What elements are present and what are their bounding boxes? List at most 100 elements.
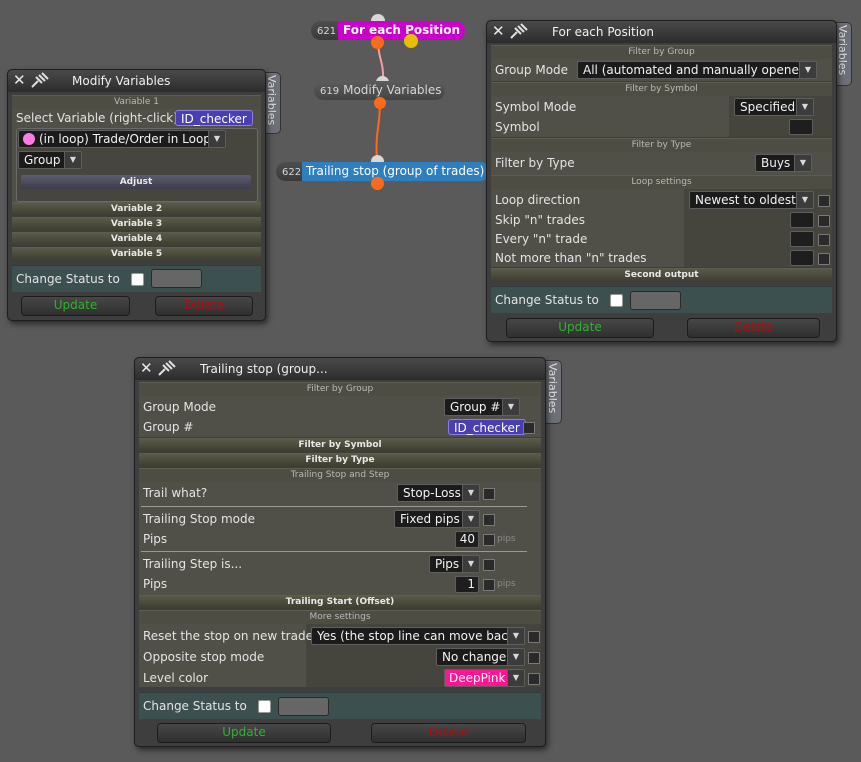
- reset-stop-dropdown[interactable]: Yes (the stop line can move back) ▼: [311, 627, 525, 645]
- reset-stop-label: Reset the stop on new trade: [143, 629, 313, 643]
- change-status-checkbox[interactable]: [131, 273, 144, 286]
- node-id: 621: [317, 26, 337, 37]
- section-variable-5[interactable]: Variable 5: [12, 247, 261, 261]
- section-trailing-start[interactable]: Trailing Start (Offset): [139, 595, 541, 609]
- group-mode-dropdown[interactable]: All (automated and manually opened) ▼: [577, 61, 817, 79]
- symbol-mode-dropdown[interactable]: Specified ▼: [734, 98, 814, 116]
- section-variable-1[interactable]: Variable 1: [12, 95, 261, 109]
- step-pips-label: Pips: [143, 577, 168, 591]
- close-icon[interactable]: ✕: [140, 360, 153, 376]
- section-filter-by-group[interactable]: Filter by Group: [139, 382, 541, 396]
- delete-button[interactable]: Delete: [155, 296, 253, 316]
- section-filter-by-group[interactable]: Filter by Group: [491, 45, 832, 59]
- opposite-stop-mode-dropdown[interactable]: No change ▼: [436, 648, 525, 666]
- delete-button[interactable]: Delete: [687, 318, 820, 338]
- not-more-than-input[interactable]: [790, 250, 814, 266]
- panel-titlebar[interactable]: ✕ Modify Variables: [8, 70, 265, 92]
- filter-type-label: Filter by Type: [495, 156, 575, 170]
- status-color-swatch[interactable]: [278, 697, 329, 716]
- level-color-dropdown[interactable]: DeepPink ▼: [444, 669, 525, 687]
- group-number-value[interactable]: ID_checker: [448, 419, 526, 435]
- target-dropdown[interactable]: (in loop) Trade/Order in Loop ▼: [18, 130, 226, 148]
- reset-stop-checkbox[interactable]: [528, 631, 540, 643]
- section-second-output[interactable]: Second output: [491, 268, 832, 282]
- section-variable-2[interactable]: Variable 2: [12, 202, 261, 216]
- section-filter-by-type[interactable]: Filter by Type: [139, 453, 541, 467]
- trailing-stop-mode-dropdown[interactable]: Fixed pips ▼: [394, 510, 480, 528]
- step-pips-input[interactable]: 1: [455, 576, 479, 593]
- trailing-step-dropdown[interactable]: Pips ▼: [429, 555, 480, 573]
- section-loop-settings[interactable]: Loop settings: [491, 175, 832, 189]
- trail-what-checkbox[interactable]: [483, 488, 495, 500]
- chevron-down-icon: ▼: [794, 155, 811, 171]
- pips-checkbox[interactable]: [483, 534, 495, 546]
- node-621-second-output-port[interactable]: [404, 34, 418, 48]
- every-trade-label: Every "n" trade: [495, 232, 588, 246]
- symbol-mode-label: Symbol Mode: [495, 100, 577, 114]
- trailing-stop-mode-checkbox[interactable]: [483, 514, 495, 526]
- trailing-stop-panel: ✕ Trailing stop (group... Filter by Grou…: [134, 357, 546, 747]
- trail-what-dropdown[interactable]: Stop-Loss ▼: [397, 484, 480, 502]
- node-621-output-port[interactable]: [371, 36, 384, 49]
- panel-titlebar[interactable]: ✕ For each Position: [487, 21, 836, 43]
- step-pips-checkbox[interactable]: [483, 579, 495, 591]
- section-variable-4[interactable]: Variable 4: [12, 232, 261, 246]
- every-trade-input[interactable]: [790, 231, 814, 247]
- every-trade-checkbox[interactable]: [818, 234, 830, 246]
- panel-titlebar[interactable]: ✕ Trailing stop (group...: [135, 358, 545, 380]
- for-each-position-panel: ✕ For each Position Filter by Group Grou…: [486, 20, 837, 342]
- node-622-output-port[interactable]: [371, 177, 384, 190]
- node-label: Trailing stop (group of trades): [302, 162, 491, 181]
- group-number-checkbox[interactable]: [523, 422, 535, 434]
- group-dropdown[interactable]: Group ▼: [18, 151, 82, 169]
- level-color-label: Level color: [143, 671, 209, 685]
- node-label: Modify Variables: [343, 83, 442, 97]
- section-filter-by-type[interactable]: Filter by Type: [491, 138, 832, 152]
- symbol-input[interactable]: [789, 119, 813, 135]
- skip-trades-checkbox[interactable]: [818, 215, 830, 227]
- pin-icon[interactable]: [507, 22, 529, 40]
- node-619-output-port[interactable]: [374, 97, 386, 109]
- filter-type-dropdown[interactable]: Buys ▼: [755, 154, 812, 172]
- close-icon[interactable]: ✕: [492, 23, 505, 39]
- not-more-than-label: Not more than "n" trades: [495, 251, 647, 265]
- change-status-checkbox[interactable]: [610, 294, 623, 307]
- opposite-stop-mode-checkbox[interactable]: [528, 652, 540, 664]
- not-more-than-checkbox[interactable]: [818, 253, 830, 265]
- section-more-settings[interactable]: More settings: [139, 610, 541, 624]
- trailing-step-checkbox[interactable]: [483, 559, 495, 571]
- group-mode-dropdown[interactable]: Group # ▼: [444, 398, 520, 416]
- level-color-checkbox[interactable]: [528, 673, 540, 685]
- section-variable-3[interactable]: Variable 3: [12, 217, 261, 231]
- pin-icon[interactable]: [155, 359, 177, 377]
- node-label: For each Position: [338, 21, 466, 40]
- update-button[interactable]: Update: [21, 296, 130, 316]
- skip-trades-label: Skip "n" trades: [495, 213, 586, 227]
- chevron-down-icon: ▼: [796, 192, 813, 208]
- loop-direction-dropdown[interactable]: Newest to oldest ▼: [689, 191, 814, 209]
- close-icon[interactable]: ✕: [13, 72, 26, 88]
- status-color-swatch[interactable]: [630, 291, 681, 310]
- update-button[interactable]: Update: [157, 723, 331, 743]
- status-color-swatch[interactable]: [151, 269, 202, 288]
- change-status-label: Change Status to: [16, 272, 120, 286]
- pin-icon[interactable]: [28, 71, 50, 89]
- chevron-down-icon: ▼: [64, 152, 81, 168]
- section-filter-by-symbol[interactable]: Filter by Symbol: [139, 438, 541, 452]
- pips-input[interactable]: 40: [455, 531, 479, 548]
- skip-trades-input[interactable]: [790, 212, 814, 228]
- loop-direction-checkbox[interactable]: [818, 195, 830, 207]
- adjust-button[interactable]: Adjust: [21, 175, 251, 189]
- chevron-down-icon: ▼: [507, 670, 524, 686]
- divider: [141, 551, 527, 552]
- variables-tab[interactable]: Variables: [544, 360, 562, 424]
- section-filter-by-symbol[interactable]: Filter by Symbol: [491, 82, 832, 96]
- select-variable-label: Select Variable (right-click): [16, 111, 178, 125]
- update-button[interactable]: Update: [506, 318, 654, 338]
- change-status-checkbox[interactable]: [258, 700, 271, 713]
- loop-direction-label: Loop direction: [495, 193, 581, 207]
- delete-button[interactable]: Delete: [371, 723, 526, 743]
- chevron-down-icon: ▼: [799, 62, 816, 78]
- select-variable-value[interactable]: ID_checker: [175, 110, 253, 126]
- section-trailing-stop-and-step[interactable]: Trailing Stop and Step: [139, 468, 541, 482]
